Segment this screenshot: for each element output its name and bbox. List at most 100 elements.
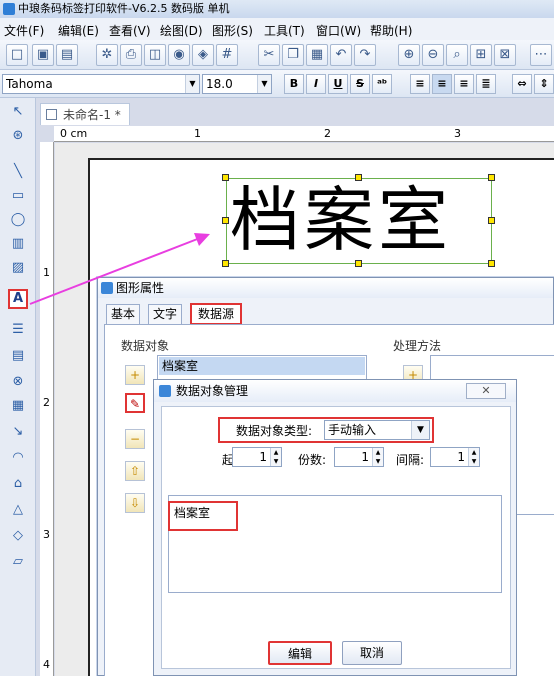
menu-shape[interactable]: 图形(S) [212,22,253,39]
undo-icon[interactable]: ↶ [330,44,352,66]
menu-file[interactable]: 文件(F) [4,22,44,39]
list-item[interactable]: 档案室 [159,357,365,375]
resize-handle[interactable] [222,174,229,181]
pointer-icon[interactable]: ↖ [8,102,28,122]
align-center-icon[interactable]: ≡ [432,74,452,94]
type-label: 数据对象类型: [236,424,313,438]
spinner-arrows-icon[interactable]: ▲ ▼ [270,448,281,466]
text-tool-icon[interactable]: A [8,289,28,309]
resize-handle[interactable] [355,174,362,181]
menu-draw[interactable]: 绘图(D) [160,22,203,39]
align-left-icon[interactable]: ≡ [410,74,430,94]
chevron-down-icon[interactable]: ▼ [257,75,271,93]
fit-page-icon[interactable]: ⊞ [470,44,492,66]
zoom-icon[interactable]: ⌕ [446,44,468,66]
bold-button[interactable]: B [284,74,304,94]
superscript-icon[interactable]: ᵃᵇ [372,74,392,94]
copies-stepper[interactable]: 1 ▲ ▼ [334,447,384,467]
image-tool-icon[interactable]: ▨ [8,258,28,278]
spinner-arrows-icon[interactable]: ▲ ▼ [468,448,479,466]
font-size-select[interactable]: 18.0 ▼ [202,74,272,94]
parallelogram-tool-icon[interactable]: ▱ [8,552,28,572]
fit-width-icon[interactable]: ⊠ [494,44,516,66]
resize-handle[interactable] [222,217,229,224]
menu-tools[interactable]: 工具(T) [264,22,305,39]
diamond-tool-icon[interactable]: ◇ [8,526,28,546]
preview-icon[interactable]: ◫ [144,44,166,66]
arc-tool-icon[interactable]: ◠ [8,448,28,468]
cancel-button[interactable]: 取消 [342,641,402,665]
new-icon[interactable]: □ [6,44,28,66]
zoom-out-icon[interactable]: ⊖ [422,44,444,66]
copy-icon[interactable]: ❐ [282,44,304,66]
dialog-title: 图形属性 [116,281,165,295]
underline-button[interactable]: U [328,74,348,94]
polygon-tool-icon[interactable]: ⌂ [8,474,28,494]
settings-icon[interactable]: ✲ [96,44,118,66]
line-tool-icon[interactable]: ╲ [8,162,28,182]
interval-stepper[interactable]: 1 ▲ ▼ [430,447,480,467]
ruler-tick: 3 [454,127,461,140]
spacing-icon[interactable]: ⇔ [512,74,532,94]
save-icon[interactable]: ▤ [56,44,78,66]
ellipse-tool-icon[interactable]: ◯ [8,210,28,230]
group-icon[interactable]: ◈ [192,44,214,66]
close-icon[interactable]: ✕ [466,383,506,399]
resize-handle[interactable] [488,260,495,267]
resize-handle[interactable] [355,260,362,267]
rectangle-tool-icon[interactable]: ▭ [8,186,28,206]
open-icon[interactable]: ▣ [32,44,54,66]
resize-handle[interactable] [222,260,229,267]
menu-help[interactable]: 帮助(H) [370,22,412,39]
resize-handle[interactable] [488,174,495,181]
tab-data-source[interactable]: 数据源 [190,303,242,325]
ruler-tick: 4 [43,658,50,671]
start-stepper[interactable]: 1 ▲ ▼ [232,447,282,467]
remove-icon[interactable]: − [125,429,145,449]
strikethrough-button[interactable]: S [350,74,370,94]
grid-icon[interactable]: # [216,44,238,66]
more-icon[interactable]: ⋯ [530,44,552,66]
font-name-select[interactable]: Tahoma ▼ [2,74,200,94]
menu-window[interactable]: 窗口(W) [316,22,361,39]
line-spacing-icon[interactable]: ⇕ [534,74,554,94]
dialog-content: 数据对象类型: 手动输入 ▼ 起始: 1 ▲▼ 份数: 1 ▲▼ 间隔: 1 ▲… [161,406,511,669]
print-icon[interactable]: ⎙ [120,44,142,66]
selection-box [226,178,492,264]
dialog-title-bar: 图形属性 [98,278,553,298]
triangle-tool-icon[interactable]: △ [8,500,28,520]
main-toolbar: □ ▣ ▤ ✲ ⎙ ◫ ◉ ◈ # ✂ ❐ ▦ ↶ ↷ ⊕ ⊖ ⌕ ⊞ ⊠ ⋯ [0,40,554,70]
menu-edit[interactable]: 编辑(E) [58,22,99,39]
edit-button[interactable]: 编辑 [268,641,332,665]
qrcode-tool-icon[interactable]: ▦ [8,396,28,416]
shape-tool-icon[interactable]: ⊗ [8,372,28,392]
tab-text[interactable]: 文字 [148,304,182,324]
database-icon[interactable]: ◉ [168,44,190,66]
move-up-icon[interactable]: ⇧ [125,461,145,481]
rich-text-tool-icon[interactable]: ☰ [8,320,28,340]
italic-button[interactable]: I [306,74,326,94]
data-object-type-select[interactable]: 手动输入 ▼ [324,420,430,440]
pan-icon[interactable]: ⊛ [8,126,28,146]
resize-handle[interactable] [488,217,495,224]
redo-icon[interactable]: ↷ [354,44,376,66]
cut-icon[interactable]: ✂ [258,44,280,66]
edit-icon[interactable]: ✎ [125,393,145,413]
chevron-down-icon[interactable]: ▼ [185,75,199,93]
chevron-down-icon[interactable]: ▼ [411,421,429,439]
zoom-in-icon[interactable]: ⊕ [398,44,420,66]
align-right-icon[interactable]: ≡ [454,74,474,94]
paste-icon[interactable]: ▦ [306,44,328,66]
document-tab[interactable]: 未命名-1 * [40,103,130,125]
add-icon[interactable]: + [125,365,145,385]
curve-tool-icon[interactable]: ↘ [8,422,28,442]
tab-basic[interactable]: 基本 [106,304,140,324]
move-down-icon[interactable]: ⇩ [125,493,145,513]
type-value: 手动输入 [328,423,377,437]
spinner-arrows-icon[interactable]: ▲ ▼ [372,448,383,466]
table-tool-icon[interactable]: ▤ [8,346,28,366]
processing-label: 处理方法 [393,339,442,353]
justify-icon[interactable]: ≣ [476,74,496,94]
barcode-tool-icon[interactable]: ▥ [8,234,28,254]
menu-view[interactable]: 查看(V) [109,22,151,39]
